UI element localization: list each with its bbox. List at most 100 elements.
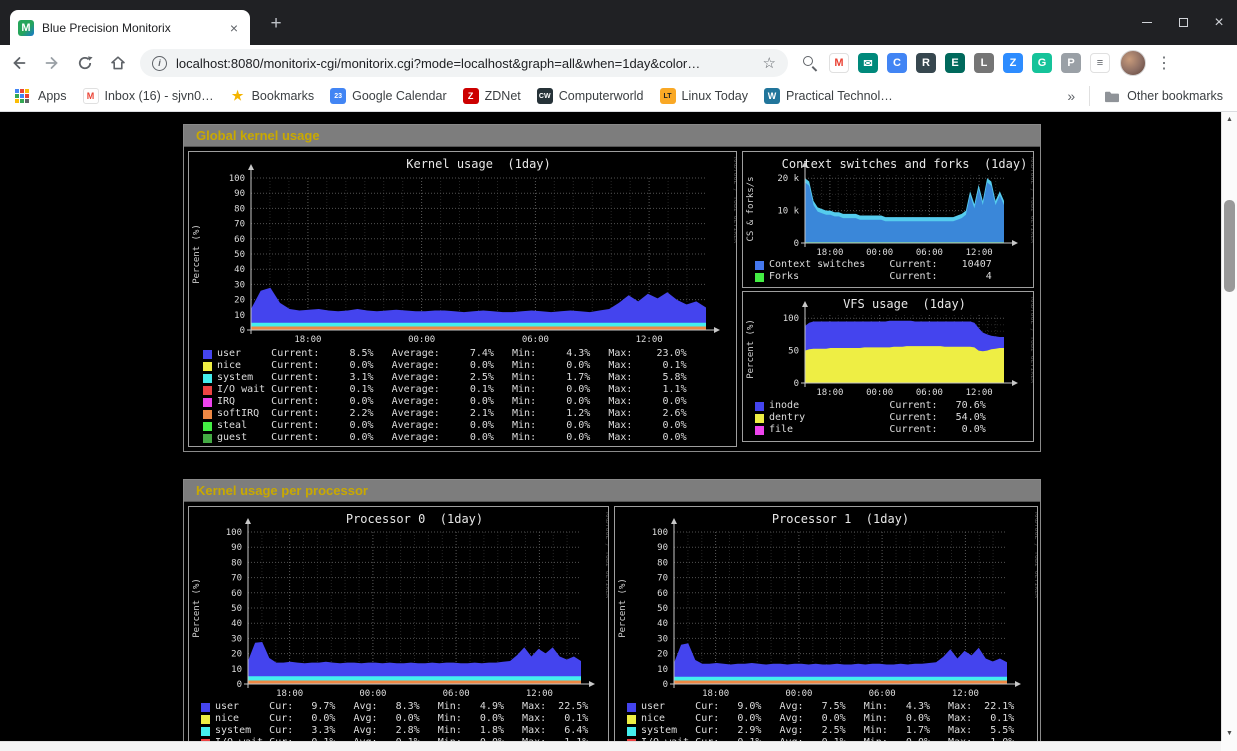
processor-0-chart[interactable]: 010203040506070809010018:0000:0006:0012:…: [188, 506, 609, 741]
svg-text:Processor 1 (1day): Processor 1 (1day): [772, 512, 909, 526]
legend-swatch: [203, 398, 212, 407]
back-button[interactable]: [5, 49, 33, 77]
svg-text:Percent (%): Percent (%): [746, 319, 756, 379]
close-button[interactable]: ×: [1201, 0, 1237, 45]
bookmark-label: Practical Technol…: [786, 89, 893, 103]
tab-close-icon[interactable]: ×: [226, 20, 242, 36]
reading-list-extension-icon[interactable]: ≡: [1090, 53, 1110, 73]
legend-swatch: [203, 350, 212, 359]
bookmark-label: Linux Today: [682, 89, 749, 103]
vfs-usage-chart[interactable]: 05010018:0000:0006:0012:00VFS usage (1da…: [742, 291, 1034, 442]
scroll-up-arrow[interactable]: ▲: [1222, 116, 1237, 123]
legend-swatch: [203, 386, 212, 395]
bookmark-google-calendar[interactable]: 23Google Calendar: [330, 88, 447, 104]
bookmarks-bar: Apps MInbox (16) - sjvn0… ★Bookmarks 23Goo…: [0, 81, 1237, 112]
monitorix-page: Global kernel usage 01020304050607080901…: [0, 112, 1221, 741]
svg-text:RRDTOOL / TOBI OETIKER: RRDTOOL / TOBI OETIKER: [1029, 157, 1034, 243]
bookmark-inbox[interactable]: MInbox (16) - sjvn0…: [83, 88, 214, 104]
maximize-button[interactable]: [1165, 0, 1201, 45]
reload-button[interactable]: [71, 49, 99, 77]
forward-arrow-icon: [43, 54, 61, 72]
new-tab-button[interactable]: +: [262, 12, 290, 38]
svg-text:0: 0: [663, 680, 668, 690]
legend-swatch: [203, 434, 212, 443]
svg-text:18:00: 18:00: [276, 689, 303, 699]
maximize-icon: [1179, 18, 1188, 27]
camera-extension-icon[interactable]: Z: [1003, 53, 1023, 73]
legend-swatch: [627, 703, 636, 712]
svg-text:10: 10: [657, 665, 668, 675]
extensions-puzzle-icon[interactable]: P: [1061, 53, 1081, 73]
legend-row: user Cur: 9.0% Avg: 7.5% Min: 4.3% Max: …: [627, 701, 1014, 713]
browser-tab[interactable]: M Blue Precision Monitorix ×: [10, 10, 250, 45]
search-extension-icon[interactable]: [800, 53, 820, 73]
legend-swatch: [755, 402, 764, 411]
browser-menu-icon[interactable]: ⋮: [1156, 53, 1172, 73]
svg-text:70: 70: [657, 574, 668, 584]
url-text[interactable]: localhost:8080/monitorix-cgi/monitorix.c…: [176, 56, 763, 71]
svg-text:80: 80: [234, 204, 245, 214]
profile-avatar[interactable]: [1120, 50, 1146, 76]
svg-text:20 k: 20 k: [777, 174, 799, 184]
bookmark-google-calendar-icon: 23: [330, 88, 346, 104]
bookmarks-overflow-chevron[interactable]: »: [1067, 88, 1075, 104]
apps-shortcut[interactable]: Apps: [14, 88, 67, 104]
reader-extension-icon[interactable]: R: [916, 53, 936, 73]
legend-row: guest Current: 0.0% Average: 0.0% Min: 0…: [203, 432, 687, 444]
kernel-usage-chart[interactable]: 010203040506070809010018:0000:0006:0012:…: [188, 151, 737, 447]
legend-swatch: [203, 362, 212, 371]
svg-text:RRDTOOL / TOBI OETIKER: RRDTOOL / TOBI OETIKER: [604, 512, 609, 598]
svg-text:06:00: 06:00: [916, 248, 943, 258]
processor-1-chart[interactable]: 010203040506070809010018:0000:0006:0012:…: [614, 506, 1038, 741]
legend-text: system Cur: 2.9% Avg: 2.5% Min: 1.7% Max…: [641, 725, 1014, 737]
bookmark-bookmarks[interactable]: ★Bookmarks: [230, 88, 315, 104]
bookmark-star-icon[interactable]: ☆: [763, 54, 776, 72]
legend-text: dentry Current: 54.0%: [769, 412, 986, 424]
earth-extension-icon[interactable]: E: [945, 53, 965, 73]
svg-text:50: 50: [231, 604, 242, 614]
svg-text:18:00: 18:00: [816, 388, 843, 398]
svg-text:18:00: 18:00: [816, 248, 843, 258]
bookmark-linux-today[interactable]: LTLinux Today: [660, 88, 749, 104]
svg-text:70: 70: [234, 220, 245, 230]
svg-text:20: 20: [231, 650, 242, 660]
svg-text:90: 90: [231, 543, 242, 553]
home-button[interactable]: [104, 49, 132, 77]
bookmark-practical-technology[interactable]: WPractical Technol…: [764, 88, 893, 104]
site-info-icon[interactable]: i: [152, 56, 167, 71]
legend-text: Forks Current: 4: [769, 271, 992, 283]
minimize-button[interactable]: [1129, 0, 1165, 45]
vertical-scrollbar-thumb[interactable]: [1224, 200, 1235, 292]
vertical-scrollbar[interactable]: ▲ ▼: [1221, 112, 1237, 741]
section-header: Kernel usage per processor: [184, 480, 1040, 502]
horizontal-scrollbar[interactable]: [0, 741, 1221, 751]
svg-text:06:00: 06:00: [522, 335, 549, 345]
other-bookmarks-button[interactable]: Other bookmarks: [1089, 86, 1223, 106]
svg-text:80: 80: [231, 558, 242, 568]
legend-row: Context switches Current: 10407: [755, 259, 992, 271]
context-switches-chart[interactable]: 010 k20 k18:0000:0006:0012:00Context swi…: [742, 151, 1034, 288]
grammarly-extension-icon[interactable]: G: [1032, 53, 1052, 73]
lock-extension-icon[interactable]: L: [974, 53, 994, 73]
bookmark-zdnet[interactable]: ZZDNet: [463, 88, 521, 104]
forward-button[interactable]: [38, 49, 66, 77]
section-title: Global kernel usage: [196, 128, 320, 143]
svg-text:00:00: 00:00: [785, 689, 812, 699]
mail-extension-icon[interactable]: ✉: [858, 53, 878, 73]
legend-swatch: [203, 374, 212, 383]
scroll-down-arrow[interactable]: ▼: [1222, 730, 1237, 737]
gmail-extension-icon[interactable]: M: [829, 53, 849, 73]
legend-row: steal Current: 0.0% Average: 0.0% Min: 0…: [203, 420, 687, 432]
legend-row: nice Cur: 0.0% Avg: 0.0% Min: 0.0% Max: …: [201, 713, 588, 725]
svg-text:20: 20: [657, 650, 668, 660]
copy-pages-extension-icon[interactable]: C: [887, 53, 907, 73]
bookmark-bookmarks-icon: ★: [230, 88, 246, 104]
legend-text: file Current: 0.0%: [769, 424, 986, 436]
svg-text:70: 70: [231, 574, 242, 584]
svg-text:80: 80: [657, 558, 668, 568]
bookmark-computerworld[interactable]: CWComputerworld: [537, 88, 644, 104]
svg-text:VFS usage (1day): VFS usage (1day): [843, 297, 966, 311]
bookmark-zdnet-icon: Z: [463, 88, 479, 104]
address-bar[interactable]: i localhost:8080/monitorix-cgi/monitorix…: [140, 49, 788, 77]
svg-text:Percent (%): Percent (%): [192, 578, 202, 638]
